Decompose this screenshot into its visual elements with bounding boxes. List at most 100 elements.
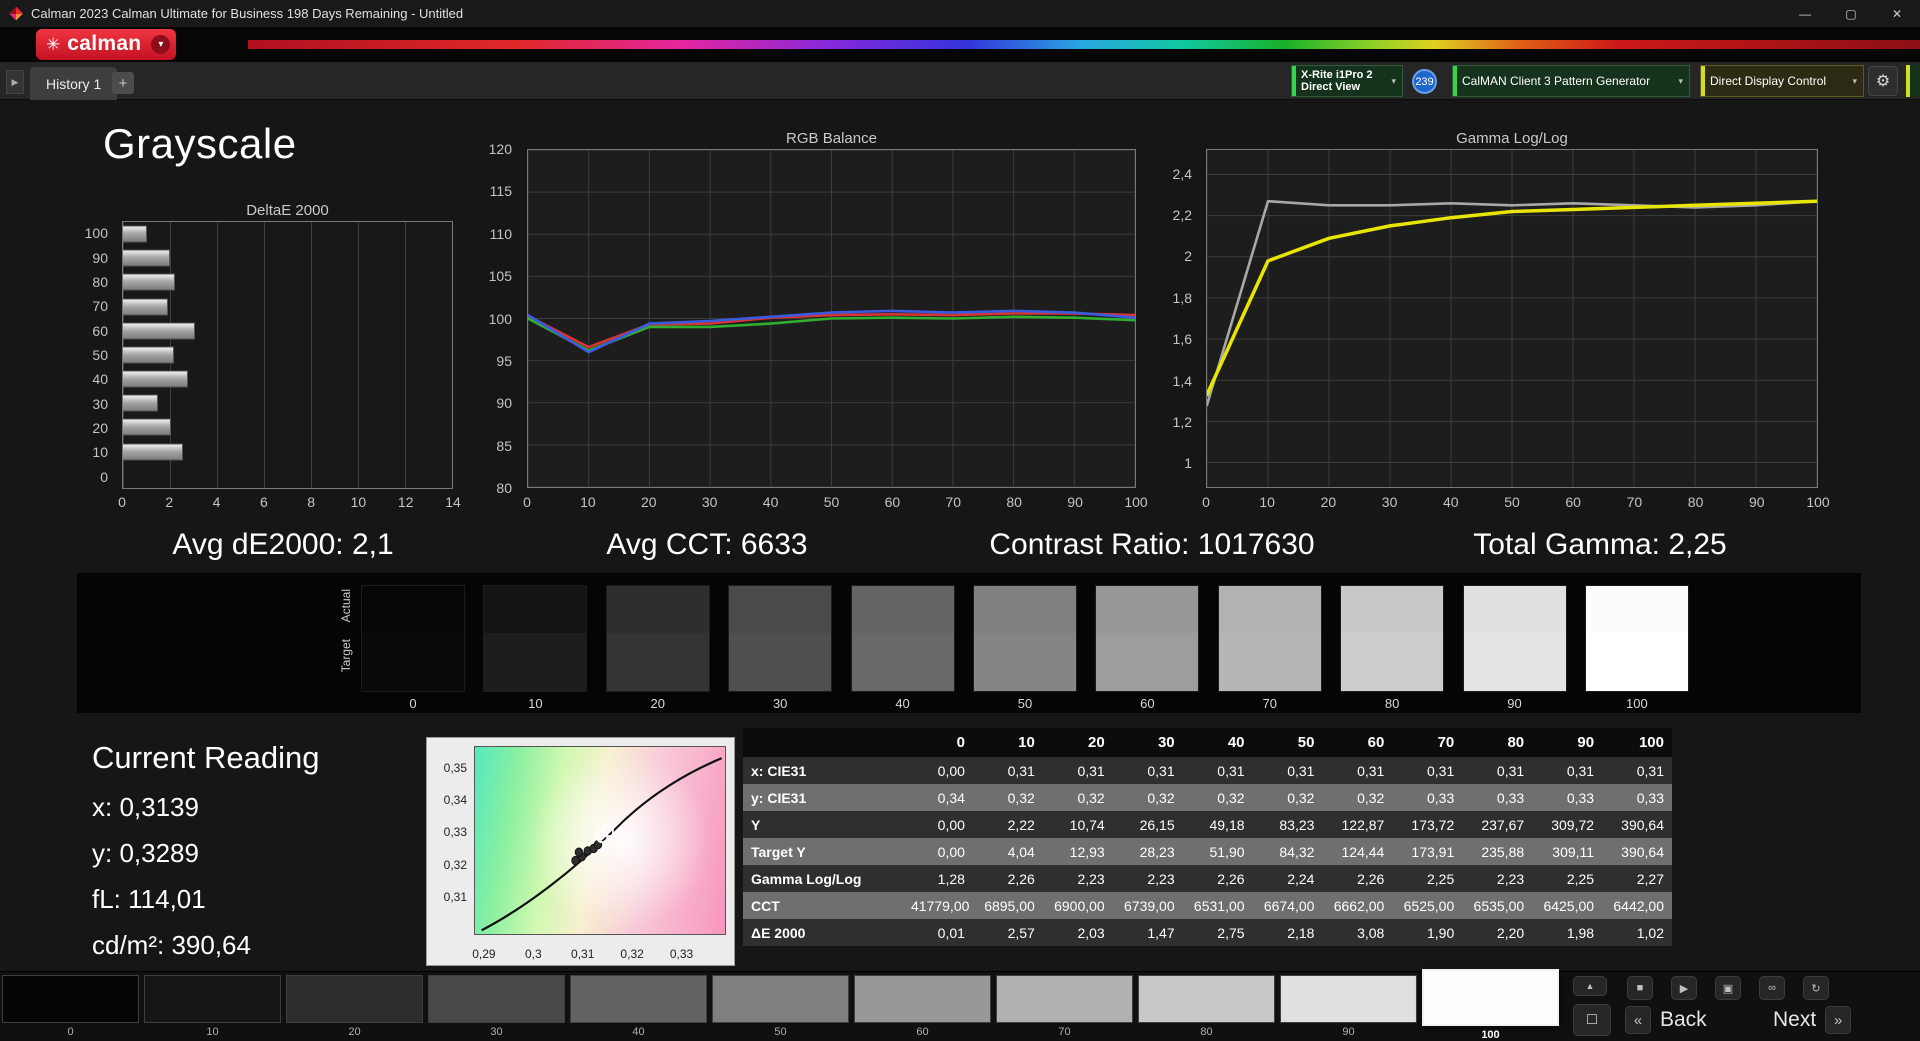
table-cell: 0,31 (1602, 757, 1672, 784)
axis-tick-label: 60 (92, 322, 108, 339)
stop-icon[interactable]: ■ (1627, 976, 1653, 1000)
table-cell: 0,31 (972, 757, 1043, 784)
transport-buttons: ■ ▶ ▣ ∞ ↻ (1627, 976, 1829, 1000)
brand-menu-chevron-icon[interactable]: ▾ (151, 35, 171, 54)
meter-dropdown-icon[interactable]: ▾ (1385, 76, 1402, 87)
axis-tick-label: 2,4 (1172, 165, 1192, 182)
swatch-target (606, 633, 709, 691)
swatch-cell-40: 40 (850, 585, 955, 711)
pattern-patch-90[interactable] (1280, 975, 1417, 1023)
table-cell: 6739,00 (1112, 892, 1183, 919)
brand-bar: ✳ calman ▾ (0, 27, 1920, 62)
swatch-target (729, 633, 832, 691)
refresh-icon[interactable]: ↻ (1803, 976, 1829, 1000)
axis-tick-label: 10 (350, 494, 367, 510)
pattern-patch-70[interactable] (996, 975, 1133, 1023)
gamma-chart-title: Gamma Log/Log (1456, 130, 1568, 147)
settings-gear-icon[interactable]: ⚙ (1868, 66, 1898, 96)
spectrum-strip (248, 40, 1920, 49)
tab-history-1[interactable]: History 1 (30, 67, 118, 100)
swatch-actual (1218, 586, 1321, 634)
pattern-generator-dropdown-icon[interactable]: ▾ (1672, 76, 1689, 87)
next-label: Next (1773, 1008, 1817, 1031)
table-col-header: 50 (1252, 728, 1323, 757)
patch-level-label: 100 (1481, 1029, 1500, 1041)
clipped-side-widget[interactable] (1906, 65, 1920, 97)
axis-tick-label: 100 (84, 225, 108, 242)
pattern-patch-100[interactable] (1422, 969, 1559, 1026)
pattern-patch-50[interactable] (712, 975, 849, 1023)
pattern-patch-0[interactable] (2, 975, 139, 1023)
display-control-dropdown-icon[interactable]: ▾ (1846, 76, 1863, 87)
grayscale-ramp-panel: Actual Target 0 10 20 30 40 50 60 70 80 90 100 (77, 573, 1861, 713)
gamma-plot-ylabels: 2,4 2,2 2 1,8 1,6 1,4 1,2 1 (1148, 149, 1200, 488)
patch-level-label: 60 (916, 1026, 929, 1038)
save-icon[interactable]: ▣ (1715, 976, 1741, 1000)
back-button[interactable]: « Back (1625, 1004, 1707, 1036)
patch-cell-100: 100 (1422, 969, 1559, 1041)
swatch-100 (1584, 585, 1689, 692)
axis-tick-label: 2 (165, 494, 174, 510)
deltae-row (123, 464, 452, 488)
swatch-40 (850, 585, 955, 692)
pattern-patch-40[interactable] (570, 975, 707, 1023)
axis-tick-label: 90 (92, 249, 108, 266)
table-cell: 28,23 (1112, 838, 1183, 865)
table-cell: 0,32 (1182, 784, 1253, 811)
deltae-bar-80 (123, 273, 175, 291)
table-cell: 6531,00 (1182, 892, 1253, 919)
swatch-target (484, 633, 587, 691)
axis-tick-label: 40 (92, 371, 108, 388)
table-cell: 2,20 (1462, 919, 1533, 946)
table-cell: 2,24 (1252, 865, 1323, 892)
pattern-patch-30[interactable] (428, 975, 565, 1023)
table-cell: 26,15 (1112, 811, 1183, 838)
pattern-patch-20[interactable] (286, 975, 423, 1023)
axis-tick-label: 70 (92, 298, 108, 315)
deltae-bar-50 (123, 346, 175, 364)
axis-tick-label: 50 (823, 494, 840, 510)
swatch-level-label: 10 (528, 696, 543, 711)
patch-cell-80: 80 (1138, 975, 1275, 1041)
pattern-patch-10[interactable] (144, 975, 281, 1023)
window-title: Calman 2023 Calman Ultimate for Business… (31, 6, 464, 21)
table-col-header: 80 (1462, 728, 1533, 757)
row-label: Gamma Log/Log (743, 865, 903, 892)
panel-collapse-icon[interactable]: ▲ (1573, 976, 1607, 996)
display-control-selector[interactable]: Direct Display Control ▾ (1700, 65, 1864, 97)
table-cell: 12,93 (1042, 838, 1113, 865)
table-cell: 390,64 (1602, 838, 1672, 865)
close-icon[interactable]: ✕ (1874, 0, 1920, 27)
calman-menu-button[interactable]: ✳ calman ▾ (36, 29, 177, 60)
table-cell: 2,57 (972, 919, 1043, 946)
window-controls: — ▢ ✕ (1782, 0, 1920, 27)
table-cell: 0,33 (1532, 784, 1603, 811)
deltae-bar-90 (123, 249, 170, 267)
axis-tick-label: 10 (580, 494, 596, 510)
table-cell: 0,33 (1602, 784, 1672, 811)
swatch-level-label: 0 (409, 696, 417, 711)
tab-scroll-icon[interactable]: ▶ (6, 70, 24, 94)
next-button[interactable]: Next » (1773, 1004, 1852, 1036)
axis-tick-label: 12 (397, 494, 414, 510)
axis-tick-label: 0,34 (443, 793, 467, 808)
table-cell: 0,01 (903, 919, 973, 946)
pattern-window-icon[interactable]: □ (1573, 1004, 1611, 1036)
pattern-patch-60[interactable] (854, 975, 991, 1023)
axis-tick-label: 105 (488, 268, 512, 285)
deltae-row (123, 343, 452, 367)
axis-tick-label: 100 (1806, 494, 1830, 510)
meter-count-badge[interactable]: 239 (1412, 69, 1437, 94)
loop-icon[interactable]: ∞ (1759, 976, 1785, 1000)
swatch-target (1096, 633, 1199, 691)
pattern-generator-selector[interactable]: CalMAN Client 3 Pattern Generator ▾ (1452, 65, 1690, 97)
play-icon[interactable]: ▶ (1671, 976, 1697, 1000)
table-cell: 6535,00 (1462, 892, 1533, 919)
minimize-icon[interactable]: — (1782, 0, 1828, 27)
add-tab-button[interactable]: + (112, 72, 134, 94)
row-label: x: CIE31 (743, 757, 903, 784)
pattern-patch-80[interactable] (1138, 975, 1275, 1023)
meter-selector[interactable]: X-Rite i1Pro 2 Direct View ▾ (1291, 65, 1403, 97)
maximize-icon[interactable]: ▢ (1828, 0, 1874, 27)
gamma-plot (1206, 149, 1818, 488)
